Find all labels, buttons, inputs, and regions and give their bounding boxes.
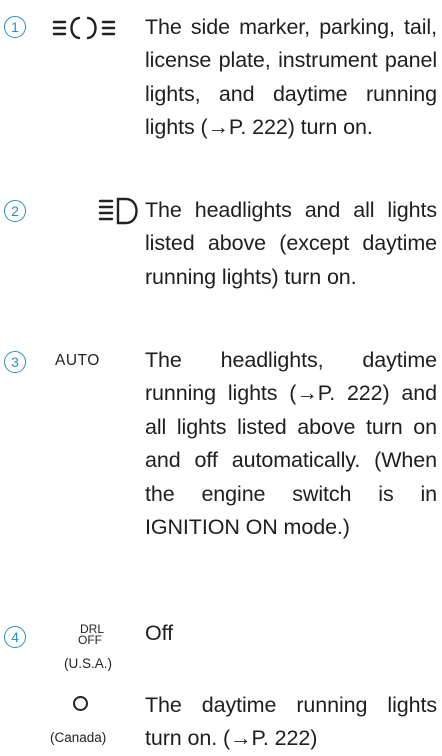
item-description: The headlights and all lights listed abo… bbox=[145, 198, 437, 289]
auto-mode-label: AUTO bbox=[55, 341, 100, 381]
parking-lights-icon bbox=[52, 8, 116, 48]
item-number: 4 bbox=[4, 626, 26, 648]
item-description: The headlights, daytime running lights (… bbox=[145, 348, 437, 540]
region-label-canada: (Canada) bbox=[50, 730, 107, 745]
region-label-usa: (U.S.A.) bbox=[64, 656, 113, 671]
item-description: Off bbox=[145, 621, 173, 645]
item-number: 2 bbox=[4, 200, 26, 222]
item-number: 3 bbox=[4, 351, 26, 373]
item-number: 1 bbox=[4, 16, 26, 38]
drl-off-icon: DRL OFF bbox=[78, 623, 104, 647]
item-description: The side marker, parking, tail, license … bbox=[145, 15, 437, 140]
item-description: The daytime running lights turn on. (→P.… bbox=[145, 693, 437, 751]
headlight-icon bbox=[98, 191, 144, 231]
off-label: OFF bbox=[78, 633, 102, 647]
circle-icon bbox=[73, 696, 88, 711]
auto-text: AUTO bbox=[55, 352, 100, 369]
